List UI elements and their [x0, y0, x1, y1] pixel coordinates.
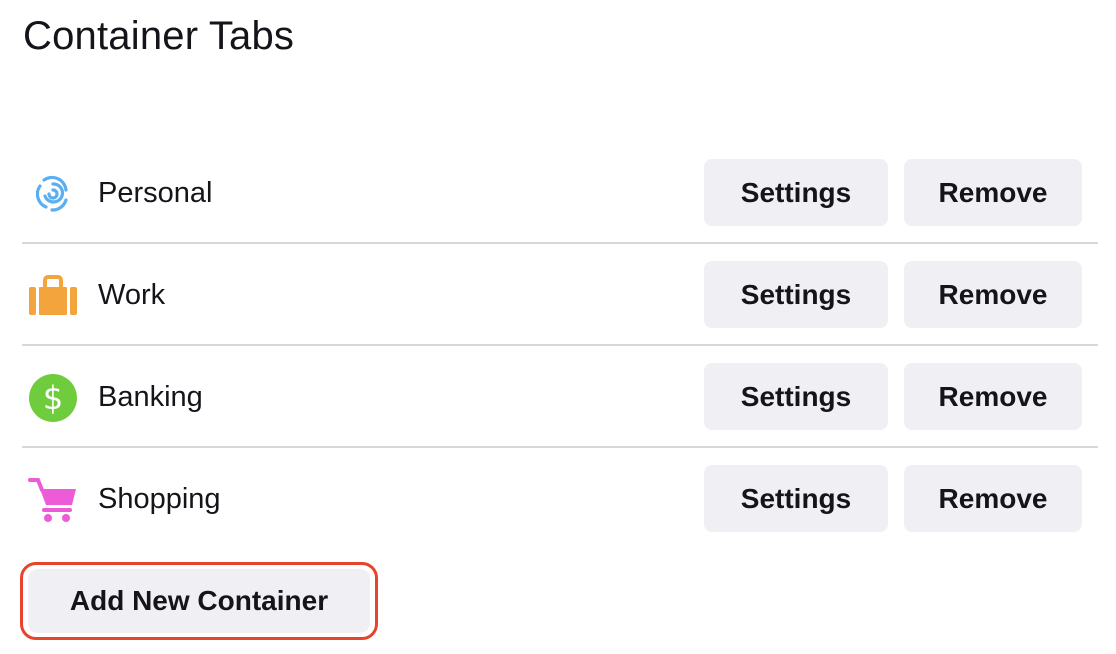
fingerprint-icon — [28, 172, 78, 216]
settings-button[interactable]: Settings — [704, 363, 888, 430]
container-row-personal: Personal Settings Remove — [22, 142, 1098, 244]
briefcase-icon — [28, 274, 78, 318]
svg-text:$: $ — [43, 379, 63, 417]
remove-button[interactable]: Remove — [904, 465, 1082, 532]
container-row-work: Work Settings Remove — [22, 244, 1098, 346]
add-container-highlight: Add New Container — [20, 562, 378, 640]
settings-button[interactable]: Settings — [704, 465, 888, 532]
cart-icon — [28, 478, 78, 522]
page-title: Container Tabs — [23, 14, 295, 58]
settings-button[interactable]: Settings — [704, 159, 888, 226]
container-list: Personal Settings Remove Work Settings R… — [22, 142, 1098, 550]
container-name: Shopping — [98, 483, 221, 515]
dollar-icon: $ — [28, 374, 78, 422]
remove-button[interactable]: Remove — [904, 363, 1082, 430]
settings-button[interactable]: Settings — [704, 261, 888, 328]
container-name: Personal — [98, 177, 213, 209]
remove-button[interactable]: Remove — [904, 159, 1082, 226]
container-name: Work — [98, 279, 166, 311]
remove-button[interactable]: Remove — [904, 261, 1082, 328]
container-name: Banking — [98, 381, 203, 413]
container-row-banking: $ Banking Settings Remove — [22, 346, 1098, 448]
container-row-shopping: Shopping Settings Remove — [22, 448, 1098, 550]
add-new-container-button[interactable]: Add New Container — [28, 569, 370, 633]
